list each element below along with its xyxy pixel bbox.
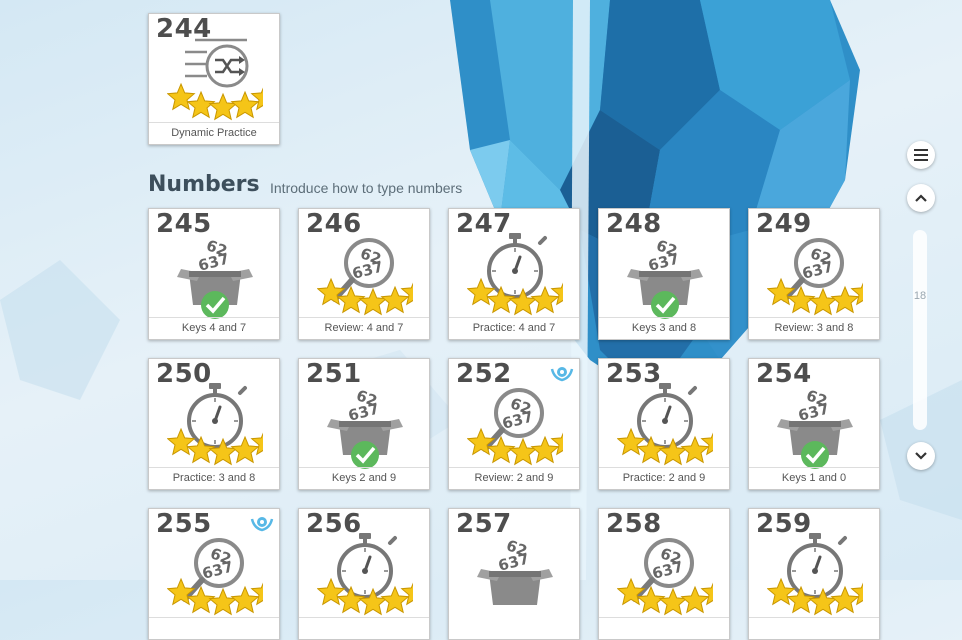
lesson-card[interactable]: 248 62 637 Keys 3 and 8 [598,208,730,340]
number-box-icon: 62 637 [477,536,553,605]
section-subtitle: Introduce how to type numbers [270,180,463,196]
section-title: Numbers [148,172,260,197]
lesson-label: Keys 4 and 7 [149,317,279,339]
magnifier-numbers-icon: 62 637 [167,538,263,616]
lesson-card[interactable]: 258 62 637 [598,508,730,640]
check-icon [201,291,229,319]
star-icon [317,277,346,306]
check-icon [351,441,379,469]
lesson-label: Review: 2 and 9 [449,467,579,489]
number-box-icon: 62 637 [777,386,853,469]
lesson-label: Practice: 3 and 8 [149,467,279,489]
lesson-label: Dynamic Practice [149,122,279,144]
star-icon [208,587,238,616]
lesson-card[interactable]: 255 62 637 [148,508,280,640]
star-icon [808,287,838,316]
lesson-card[interactable]: 249 62 637 Review: 3 and 8 [748,208,880,340]
lesson-card[interactable]: 245 62 637 Keys 4 and 7 [148,208,280,340]
check-icon [651,291,679,319]
lesson-label: Keys 3 and 8 [599,317,729,339]
lesson-label: Review: 4 and 7 [299,317,429,339]
lesson-card[interactable]: 257 62 637 [448,508,580,640]
magnifier-numbers-icon: 62 637 [467,388,563,466]
magnifier-numbers-icon: 62 637 [767,238,863,316]
lesson-card[interactable]: 253 Practice: 2 and 9 [598,358,730,490]
lesson-label: Practice: 4 and 7 [449,317,579,339]
check-icon [801,441,829,469]
star-icon [508,437,538,466]
menu-icon [914,149,928,161]
laurel-badge-icon [250,517,274,532]
lesson-label: Keys 2 and 9 [299,467,429,489]
scroll-track[interactable]: 18 [913,230,927,430]
star-icon [208,92,238,121]
stopwatch-icon [467,233,563,316]
stopwatch-icon [767,533,863,616]
lesson-card[interactable]: 256 [298,508,430,640]
star-icon [767,277,796,306]
lesson-card[interactable]: 254 62 637 Keys 1 and 0 [748,358,880,490]
star-icon [167,82,196,111]
lesson-card[interactable]: 259 [748,508,880,640]
lesson-label [299,617,429,639]
star-icon [358,287,388,316]
magnifier-numbers-icon: 62 637 [317,238,413,316]
lesson-label: Keys 1 and 0 [749,467,879,489]
number-box-icon: 62 637 [627,236,703,319]
lesson-card[interactable]: 247 Practice: 4 and 7 [448,208,580,340]
scroll-down-button[interactable] [907,442,935,470]
lesson-label [749,617,879,639]
magnifier-numbers-icon: 62 637 [617,538,713,616]
scroll-position-label: 18 [913,290,927,302]
star-icon [167,577,196,606]
lesson-card[interactable]: 251 62 637 Keys 2 and 9 [298,358,430,490]
star-icon [658,587,688,616]
scroll-up-button[interactable] [907,184,935,212]
lesson-label [599,617,729,639]
lesson-card[interactable]: 252 62 637 Review: 2 and 9 [448,358,580,490]
star-icon [467,427,496,456]
menu-button[interactable] [907,141,935,169]
laurel-badge-icon [550,367,574,382]
chevron-up-icon [915,194,927,202]
lesson-card[interactable]: 244 Dynamic Practice [148,13,280,145]
number-box-icon: 62 637 [177,236,253,319]
star-icon [617,577,646,606]
stopwatch-icon [617,383,713,466]
shuffle-list-icon [167,38,263,121]
lesson-card[interactable]: 246 62 637 Review: 4 and 7 [298,208,430,340]
lesson-card[interactable]: 250 Practice: 3 and 8 [148,358,280,490]
stopwatch-icon [167,383,263,466]
lesson-label: Practice: 2 and 9 [599,467,729,489]
chevron-down-icon [915,452,927,460]
stopwatch-icon [317,533,413,616]
lesson-label: Review: 3 and 8 [749,317,879,339]
lesson-label [149,617,279,639]
number-box-icon: 62 637 [327,386,403,469]
